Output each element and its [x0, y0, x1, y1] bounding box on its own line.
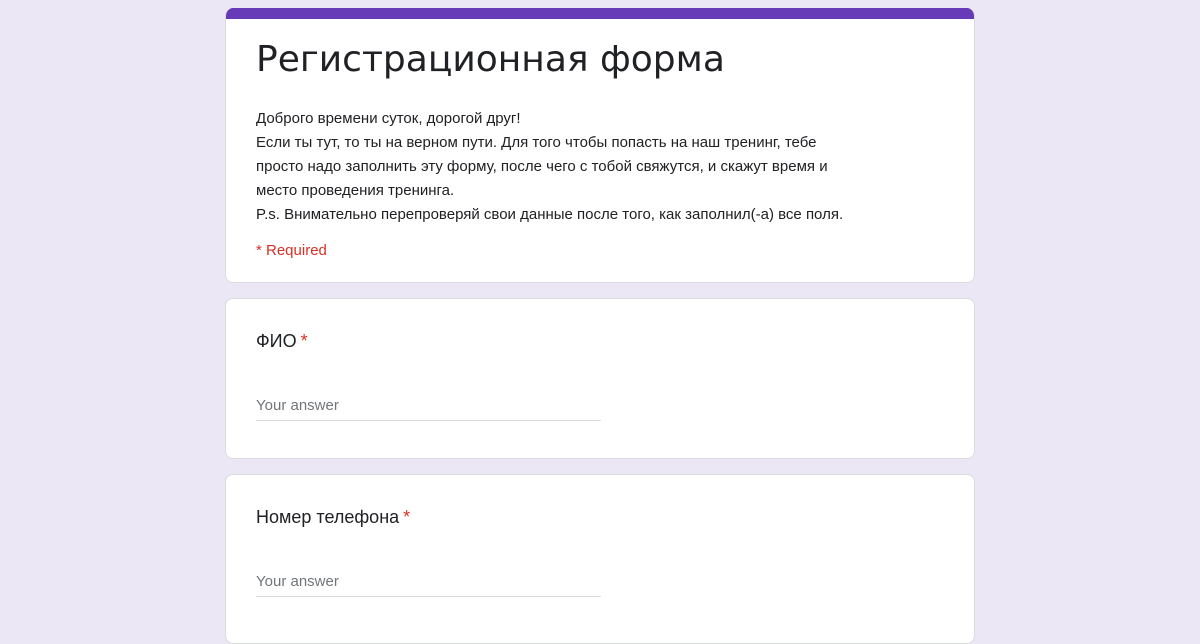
- form-header-card: Регистрационная форма Доброго времени су…: [225, 8, 975, 283]
- fio-answer-input[interactable]: [256, 391, 601, 419]
- form-description: Доброго времени суток, дорогой друг! Есл…: [256, 107, 936, 227]
- question-title: Номер телефона: [256, 507, 400, 527]
- question-label: ФИО *: [256, 329, 308, 353]
- required-asterisk: *: [403, 507, 411, 527]
- question-card-fio: ФИО *: [225, 298, 975, 459]
- required-note: * Required: [256, 242, 327, 259]
- description-line: P.s. Внимательно перепроверяй свои данны…: [256, 206, 844, 223]
- required-asterisk: *: [300, 331, 308, 351]
- question-label: Номер телефона *: [256, 505, 410, 529]
- description-line: место проведения тренинга.: [256, 182, 455, 199]
- description-line: просто надо заполнить эту форму, после ч…: [256, 158, 828, 175]
- question-card-phone: Номер телефона *: [225, 474, 975, 644]
- form-container: Регистрационная форма Доброго времени су…: [225, 8, 975, 644]
- question-title: ФИО: [256, 331, 297, 351]
- form-title: Регистрационная форма: [256, 39, 725, 80]
- phone-answer-input[interactable]: [256, 567, 601, 595]
- answer-field: [256, 567, 601, 597]
- answer-field: [256, 391, 601, 421]
- accent-bar: [226, 8, 974, 19]
- description-line: Если ты тут, то ты на верном пути. Для т…: [256, 134, 817, 151]
- description-line: Доброго времени суток, дорогой друг!: [256, 110, 521, 127]
